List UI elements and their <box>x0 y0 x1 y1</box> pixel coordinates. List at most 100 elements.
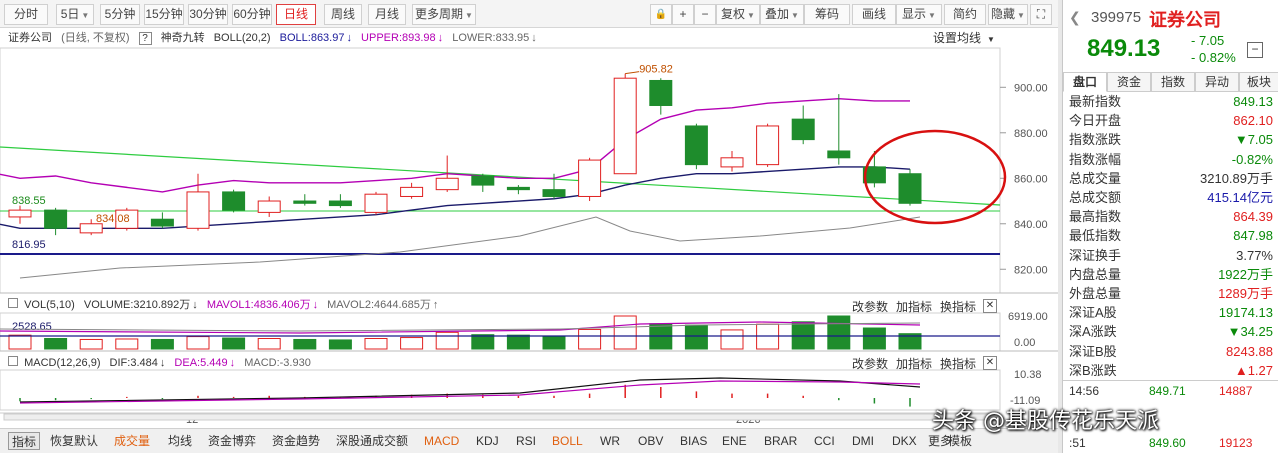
indicator-tab[interactable]: 恢复默认 <box>50 432 98 450</box>
blue-line-label: 816.95 <box>12 239 46 251</box>
volume-bar <box>720 329 744 350</box>
candle-body <box>898 173 922 204</box>
quote-row-label: 指数涨跌 <box>1069 132 1122 148</box>
volume-bar <box>506 334 530 350</box>
vol-header: VOL(5,10) VOLUME:3210.892万 ↓ MAVOL1:4836.… <box>8 295 444 315</box>
quote-row: 内盘总量 1922万手 <box>1069 265 1273 284</box>
quote-row: 总成交量 3210.89万手 <box>1069 169 1273 188</box>
high-marker-label: 905.82 <box>639 64 673 76</box>
macd-switch-indicator-button[interactable]: 换指标 <box>940 355 976 372</box>
indicator-tab[interactable]: 指标 <box>8 432 41 450</box>
candle-body <box>720 157 744 168</box>
volume-bar <box>542 335 566 350</box>
quote-row: 指数涨幅 -0.82% <box>1069 150 1273 169</box>
quote-tab[interactable]: 指数 <box>1151 72 1195 92</box>
collapse-chevron-icon[interactable]: ❮ <box>1069 9 1081 26</box>
lower-value: LOWER:833.95 <box>452 32 530 44</box>
indicator-tab[interactable]: 均线 <box>168 432 192 450</box>
candle-body <box>791 118 815 141</box>
quote-tab[interactable]: 盘口 <box>1063 72 1107 92</box>
quote-row-value: 3210.89万手 <box>1200 170 1273 186</box>
quote-row-value: 864.39 <box>1233 209 1273 225</box>
indicator-tab[interactable]: MACD <box>424 432 459 450</box>
vol-close-icon[interactable]: ✕ <box>983 299 997 313</box>
vol-add-indicator-button[interactable]: 加指标 <box>896 298 932 315</box>
quote-row-label: 总成交额 <box>1069 190 1122 205</box>
candle-body <box>44 209 68 229</box>
volume-bar <box>578 328 602 350</box>
quote-row: 外盘总量 1289万手 <box>1069 284 1273 303</box>
main-chart-header: 证券公司 (日线, 不复权) ? 神奇九转 BOLL(20,2) BOLL:86… <box>8 28 543 48</box>
indicator-tab[interactable]: BOLL <box>552 432 583 450</box>
help-icon[interactable]: ? <box>138 32 152 45</box>
price-axis-label: 860.00 <box>1014 173 1048 185</box>
green-line-label: 838.55 <box>12 195 46 207</box>
settings-ma-label: 设置均线 <box>933 31 982 45</box>
quote-tab[interactable]: 板块 <box>1239 72 1278 92</box>
quote-row-value: 862.10 <box>1233 113 1273 129</box>
vol-checkbox-icon[interactable] <box>8 298 18 308</box>
settings-ma-button[interactable]: 设置均线 ▼ <box>933 28 1001 48</box>
quote-tab[interactable]: 异动 <box>1195 72 1239 92</box>
high-marker-line <box>625 71 640 75</box>
quote-row: 最低指数 847.98 <box>1069 226 1273 245</box>
minimize-icon[interactable]: − <box>1247 42 1263 58</box>
indicator-tab[interactable]: ENE <box>722 432 747 450</box>
volume-bar <box>471 334 495 350</box>
indicator-tab[interactable]: WR <box>600 432 620 450</box>
chart-mode: (日线, 不复权) <box>61 32 130 44</box>
quote-row-value: 1289万手 <box>1218 286 1273 301</box>
indicator-shenqi-jiuzhuan[interactable]: 神奇九转 <box>161 32 205 44</box>
quote-row-label: 今日开盘 <box>1069 113 1122 129</box>
quote-row-value: ▲1.27 <box>1234 362 1273 378</box>
macd-add-indicator-button[interactable]: 加指标 <box>896 355 932 372</box>
candle-body <box>8 209 32 218</box>
tick-row: :51 849.60 19123 <box>1069 433 1273 453</box>
dif-arrow-icon: ↓ <box>159 357 166 369</box>
vol-mavol2: MAVOL2:4644.685万 <box>327 299 431 311</box>
boll-arrow-icon: ↓ <box>346 32 352 44</box>
indicator-tab[interactable]: KDJ <box>476 432 499 450</box>
indicator-tab[interactable]: 成交量 <box>114 432 150 450</box>
lower-arrow-icon: ↓ <box>531 32 537 44</box>
indicator-tab[interactable]: 资金博弈 <box>208 432 256 450</box>
main-plot-frame <box>0 47 1001 294</box>
indicator-tab[interactable]: DKX <box>892 432 917 450</box>
indicator-tab[interactable]: BRAR <box>764 432 797 450</box>
quote-row: 指数涨跌 ▼7.05 <box>1069 130 1273 149</box>
indicator-tab-bar: 指标 恢复默认 成交量 均线 资金博弈 资金趋势 深股通成交额 MACD KDJ RSI BOLL W… <box>0 428 1058 453</box>
indicator-tab[interactable]: DMI <box>852 432 874 450</box>
macd-close-icon[interactable]: ✕ <box>983 356 997 370</box>
vol-mavol1: MAVOL1:4836.406万 <box>206 299 311 311</box>
low-marker-label: 834.08 <box>96 213 130 225</box>
macd-checkbox-icon[interactable] <box>8 356 18 366</box>
indicator-tab[interactable]: RSI <box>516 432 536 450</box>
stock-name: 证券公司 <box>8 32 52 44</box>
quote-row-value: 847.98 <box>1233 228 1273 244</box>
volume-bar <box>44 338 68 350</box>
mavol2-arrow-icon: ↑ <box>432 299 439 311</box>
vol-change-params-button[interactable]: 改参数 <box>852 298 888 315</box>
indicator-tab[interactable]: CCI <box>814 432 835 450</box>
vol-switch-indicator-button[interactable]: 换指标 <box>940 298 976 315</box>
quote-row-value: 8243.88 <box>1226 343 1273 359</box>
price-axis-label: 840.00 <box>1014 219 1048 231</box>
indicator-tab[interactable]: 资金趋势 <box>272 432 320 450</box>
quote-row-label: 总成交量 <box>1069 170 1122 186</box>
quote-row-value: ▼34.25 <box>1227 324 1273 340</box>
macd-plot-frame <box>0 369 1001 411</box>
vol-axis-top: 6919.00 <box>1008 311 1048 323</box>
macd-dif: DIF:3.484 <box>109 357 158 369</box>
indicator-tab[interactable]: 深股通成交额 <box>336 432 408 450</box>
indicator-tab[interactable]: BIAS <box>680 432 707 450</box>
quote-row-label: 深证B股 <box>1069 343 1117 359</box>
indicator-tab[interactable]: OBV <box>638 432 663 450</box>
macd-change-params-button[interactable]: 改参数 <box>852 355 888 372</box>
candle-body <box>435 177 459 191</box>
macd-value: MACD:-3.930 <box>244 357 311 369</box>
quote-row-label: 外盘总量 <box>1069 286 1122 301</box>
vol-name: VOL(5,10) <box>24 299 75 311</box>
candle-body <box>827 150 851 159</box>
quote-tab[interactable]: 资金 <box>1107 72 1151 92</box>
tick-price: 849.60 <box>1149 436 1186 450</box>
